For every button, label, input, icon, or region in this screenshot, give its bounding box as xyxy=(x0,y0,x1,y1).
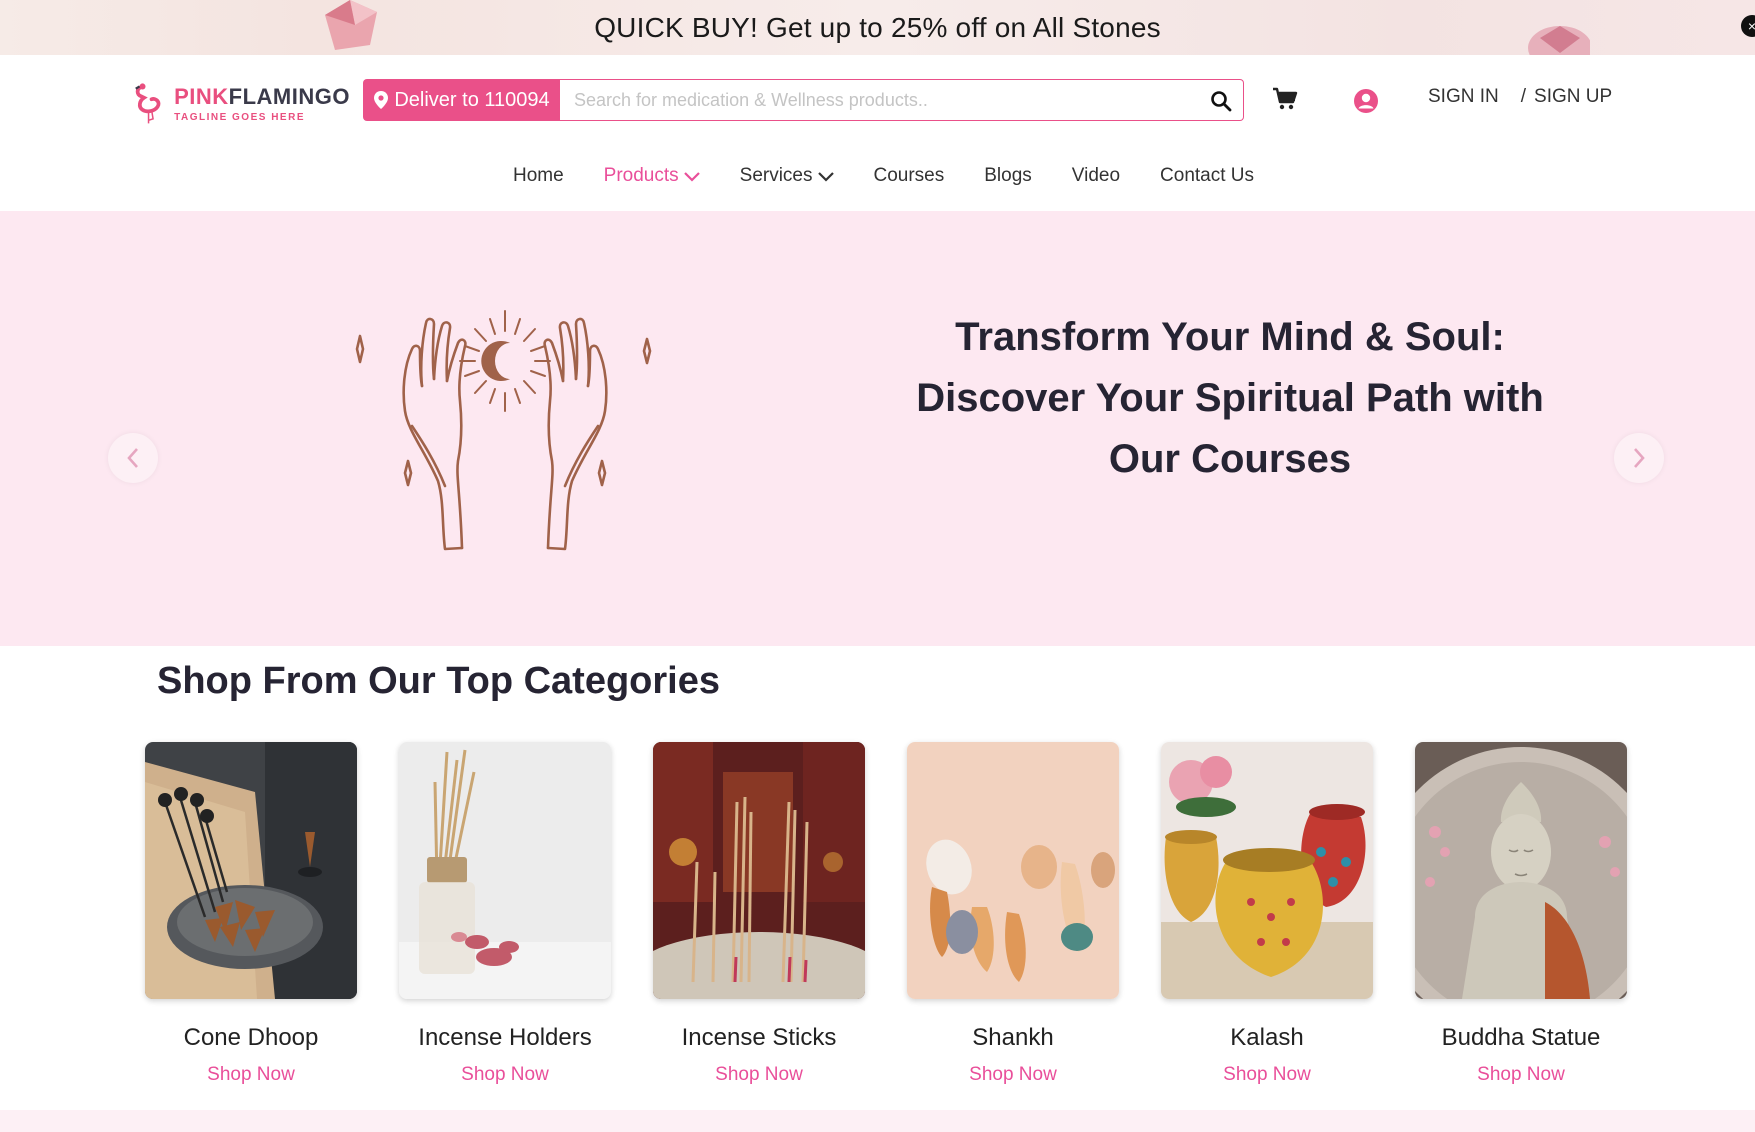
nav-products-label: Products xyxy=(603,165,679,186)
nav-contact[interactable]: Contact Us xyxy=(1140,165,1274,211)
nav-services-label: Services xyxy=(739,165,813,186)
cart-icon[interactable] xyxy=(1272,87,1298,111)
promo-text: QUICK BUY! Get up to 25% off on All Ston… xyxy=(594,11,1161,43)
hero-carousel: Transform Your Mind & Soul: Discover You… xyxy=(0,211,1755,646)
category-name: Cone Dhoop xyxy=(183,1024,319,1051)
category-card: Incense Holders Shop Now xyxy=(399,742,611,1086)
category-card: Shankh Shop Now xyxy=(907,742,1119,1086)
deliver-label: Deliver to 110094 xyxy=(394,88,550,111)
flamingo-logo-icon xyxy=(135,83,161,124)
category-name: Incense Sticks xyxy=(681,1024,837,1051)
chevron-right-icon xyxy=(1634,448,1645,468)
category-image-kalash[interactable] xyxy=(1161,742,1373,999)
user-account-icon[interactable] xyxy=(1353,88,1379,114)
category-list: Cone Dhoop Shop Now Incense Holders Shop… xyxy=(145,742,1627,1092)
hero-title-line2: Discover Your Spiritual Path with xyxy=(916,376,1544,420)
sign-up-link[interactable]: SIGN UP xyxy=(1534,86,1612,108)
site-header: PINKFLAMINGO TAGLINE GOES HERE Deliver t… xyxy=(0,55,1755,211)
nav-home-label: Home xyxy=(512,165,564,186)
hero-title-line1: Transform Your Mind & Soul: xyxy=(955,315,1505,359)
sign-in-link[interactable]: SIGN IN xyxy=(1428,86,1499,108)
category-card: Incense Sticks Shop Now xyxy=(653,742,865,1086)
logo-tagline: TAGLINE GOES HERE xyxy=(174,111,305,123)
category-image-incense-holders[interactable] xyxy=(399,742,611,999)
chevron-left-icon xyxy=(127,448,138,468)
nav-products[interactable]: Products xyxy=(584,165,720,211)
shop-now-link[interactable]: Shop Now xyxy=(1223,1064,1311,1086)
auth-links: SIGN IN / SIGN UP xyxy=(1428,86,1612,108)
chevron-down-icon xyxy=(683,172,700,182)
shop-now-link[interactable]: Shop Now xyxy=(715,1064,803,1086)
nav-blogs[interactable]: Blogs xyxy=(964,165,1052,211)
shop-now-link[interactable]: Shop Now xyxy=(969,1064,1057,1086)
carousel-prev-button[interactable] xyxy=(108,433,158,483)
nav-contact-label: Contact Us xyxy=(1160,165,1255,186)
category-card: Buddha Statue Shop Now xyxy=(1415,742,1627,1086)
nav-blogs-label: Blogs xyxy=(984,165,1032,186)
logo-name-dark: FLAMINGO xyxy=(228,83,350,109)
category-name: Buddha Statue xyxy=(1441,1024,1601,1051)
shop-now-link[interactable]: Shop Now xyxy=(1477,1064,1565,1086)
search-input[interactable] xyxy=(560,80,1180,120)
gemstone-decoration-icon xyxy=(1528,26,1590,55)
category-image-cone-dhoop[interactable] xyxy=(145,742,357,999)
shop-now-link[interactable]: Shop Now xyxy=(461,1064,549,1086)
shop-now-link[interactable]: Shop Now xyxy=(207,1064,295,1086)
promo-banner: QUICK BUY! Get up to 25% off on All Ston… xyxy=(0,0,1755,55)
deliver-location-button[interactable]: Deliver to 110094 xyxy=(363,79,561,121)
search-bar xyxy=(560,79,1244,121)
nav-video[interactable]: Video xyxy=(1052,165,1140,211)
nav-home[interactable]: Home xyxy=(493,165,584,211)
auth-separator: / xyxy=(1520,86,1527,107)
hero-title-line3: Our Courses xyxy=(1108,437,1352,481)
nav-services[interactable]: Services xyxy=(720,165,854,211)
category-name: Incense Holders xyxy=(418,1024,592,1051)
chevron-down-icon xyxy=(817,172,834,182)
category-image-buddha-statue[interactable] xyxy=(1415,742,1627,999)
category-image-shankh[interactable] xyxy=(907,742,1119,999)
logo[interactable]: PINKFLAMINGO TAGLINE GOES HERE xyxy=(135,73,350,133)
promo-close-button[interactable]: × xyxy=(1741,15,1755,37)
footer-section-edge xyxy=(0,1110,1755,1132)
category-card: Kalash Shop Now xyxy=(1161,742,1373,1086)
praying-hands-moon-illustration xyxy=(355,310,652,551)
category-name: Kalash xyxy=(1230,1024,1304,1051)
logo-name-pink: PINK xyxy=(174,83,229,109)
category-name: Shankh xyxy=(972,1024,1054,1051)
categories-title: Shop From Our Top Categories xyxy=(157,660,720,702)
gemstone-decoration-icon xyxy=(325,0,377,50)
nav-video-label: Video xyxy=(1071,165,1121,186)
hero-title: Transform Your Mind & Soul: Discover You… xyxy=(870,307,1590,490)
category-image-incense-sticks[interactable] xyxy=(653,742,865,999)
category-card: Cone Dhoop Shop Now xyxy=(145,742,357,1086)
map-pin-icon xyxy=(374,91,389,109)
nav-courses-label: Courses xyxy=(873,165,945,186)
search-icon[interactable] xyxy=(1209,89,1233,113)
nav-courses[interactable]: Courses xyxy=(854,165,965,211)
carousel-next-button[interactable] xyxy=(1614,433,1664,483)
main-nav: Home Products Services Courses Blogs Vid… xyxy=(0,165,1755,211)
